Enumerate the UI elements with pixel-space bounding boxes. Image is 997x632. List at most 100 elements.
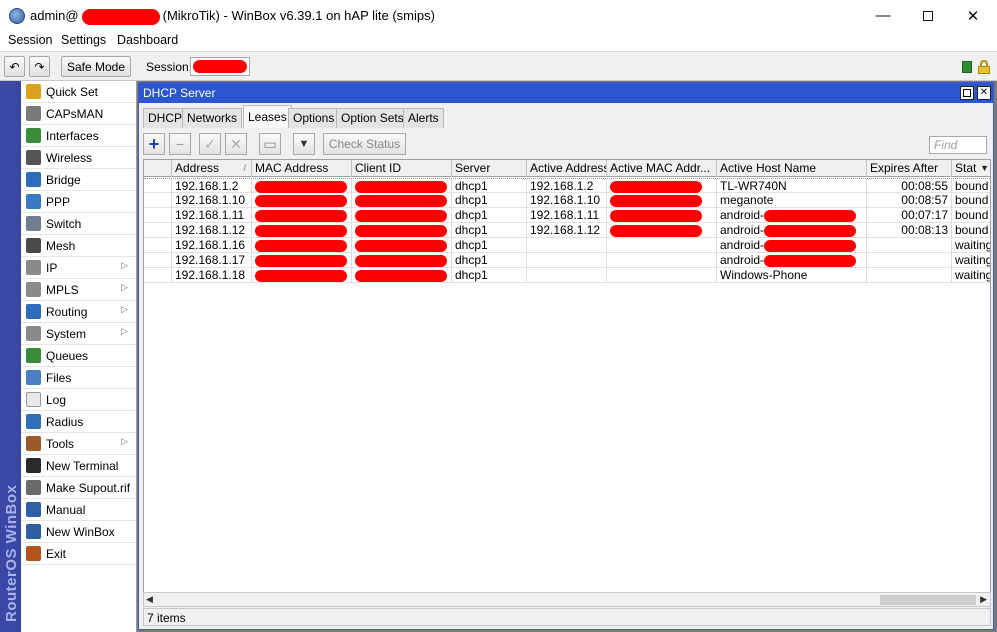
sidebar-item-wireless[interactable]: Wireless [21,147,136,169]
filter-icon: ▼ [298,138,310,150]
cell-value: meganote [720,193,774,207]
sidebar-item-ppp[interactable]: PPP [21,191,136,213]
cell-value: 00:08:57 [901,193,948,207]
cell [607,238,717,253]
column-header-stat[interactable]: Stat ▼ [952,160,990,177]
session-field[interactable] [190,57,250,76]
sidebar-item-new-terminal[interactable]: New Terminal [21,455,136,477]
dhcp-window-maximize-button[interactable] [960,86,974,100]
column-header-server[interactable]: Server [452,160,527,177]
check-status-button[interactable]: Check Status [323,133,406,155]
sidebar-item-mpls[interactable]: MPLS ▷ [21,279,136,301]
menu-settings[interactable]: Settings [61,33,106,47]
cell: waiting [952,268,990,283]
sidebar-item-mesh[interactable]: Mesh [21,235,136,257]
filter-button[interactable]: ▼ [293,133,315,155]
column-header-mac-address[interactable]: MAC Address [252,160,352,177]
table-row[interactable]: 192.168.1.18 dhcp1 Windows-Phone waiting [144,268,990,283]
sidebar-item-interfaces[interactable]: Interfaces [21,125,136,147]
sidebar-item-capsman[interactable]: CAPsMAN [21,103,136,125]
cell [252,268,352,283]
manual-icon [26,502,41,517]
cell: android- [717,253,867,268]
column-header-expires-after[interactable]: Expires After [867,160,952,177]
cell [867,268,952,283]
cell-value: android- [720,208,765,222]
tab-option-sets[interactable]: Option Sets [336,108,409,128]
add-button[interactable]: + [143,133,165,155]
remove-button[interactable]: − [169,133,191,155]
sidebar-item-files[interactable]: Files [21,367,136,389]
sidebar-item-label: CAPsMAN [46,107,104,121]
submenu-arrow-icon: ▷ [121,326,128,336]
enable-button[interactable]: ✓ [199,133,221,155]
minimize-button[interactable]: — [860,0,906,31]
menu-bar: Session Settings Dashboard [0,31,997,51]
switch-icon [26,216,41,231]
redacted-value [355,194,447,207]
header-blank [144,160,172,177]
sidebar-item-log[interactable]: Log [21,389,136,411]
tab-networks[interactable]: Networks [182,108,243,128]
column-header-client-id[interactable]: Client ID [352,160,452,177]
disable-button[interactable]: ✕ [225,133,247,155]
safe-mode-button[interactable]: Safe Mode [61,56,131,77]
column-header-active-host-name[interactable]: Active Host Name [717,160,867,177]
cell: 00:08:57 [867,193,952,208]
cell: 192.168.1.2 [527,179,607,194]
horizontal-scrollbar[interactable]: ◀ ▶ [143,592,991,607]
column-menu-icon[interactable]: ▼ [980,160,989,176]
redacted-session [193,60,247,73]
sidebar-item-new-winbox[interactable]: New WinBox [21,521,136,543]
tab-options[interactable]: Options [288,108,340,128]
sidebar-item-tools[interactable]: Tools ▷ [21,433,136,455]
table-row[interactable]: 192.168.1.12 dhcp1 192.168.1.12 android- 00:… [144,223,990,238]
dhcp-window-titlebar[interactable]: DHCP Server ✕ [139,83,993,103]
undo-icon: ↶ [9,59,20,74]
sidebar-item-exit[interactable]: Exit [21,543,136,565]
sidebar-item-routing[interactable]: Routing ▷ [21,301,136,323]
scroll-right-icon[interactable]: ▶ [980,594,987,605]
sidebar-item-make-supout-rif[interactable]: Make Supout.rif [21,477,136,499]
tab-alerts[interactable]: Alerts [403,108,444,128]
table-row[interactable]: 192.168.1.17 dhcp1 android-waiting [144,253,991,268]
routing-icon [26,304,41,319]
undo-button[interactable]: ↶ [4,56,25,77]
tab-dhcp[interactable]: DHCP [143,108,188,128]
close-button[interactable]: ✕ [950,0,996,31]
sidebar-item-radius[interactable]: Radius [21,411,136,433]
sidebar-item-bridge[interactable]: Bridge [21,169,136,191]
tab-leases[interactable]: Leases [243,105,292,128]
sidebar-item-system[interactable]: System ▷ [21,323,136,345]
column-header-active-address[interactable]: Active Address [527,160,607,177]
sidebar-item-ip[interactable]: IP ▷ [21,257,136,279]
exit-icon [26,546,41,561]
scroll-left-icon[interactable]: ◀ [146,594,153,605]
table-row[interactable]: 192.168.1.16 dhcp1 android-waiting [144,238,990,253]
dhcp-window-close-button[interactable]: ✕ [977,86,991,100]
column-header-address[interactable]: Address / [172,160,252,177]
cell [607,208,717,223]
mpls-icon [26,282,41,297]
sidebar-item-quick-set[interactable]: Quick Set [21,81,136,103]
table-row[interactable]: 192.168.1.2 dhcp1 192.168.1.2 TL-WR740N 00:0… [144,178,990,194]
menu-dashboard[interactable]: Dashboard [117,33,178,47]
menu-session[interactable]: Session [8,33,52,47]
sidebar-item-switch[interactable]: Switch [21,213,136,235]
sidebar-item-manual[interactable]: Manual [21,499,136,521]
cell [607,193,717,208]
cell-value: dhcp1 [455,223,488,237]
cell-value: waiting [955,253,991,267]
sidebar-item-queues[interactable]: Queues [21,345,136,367]
tools-icon [26,436,41,451]
table-row[interactable]: 192.168.1.11 dhcp1 192.168.1.11 android- 00:… [144,208,990,223]
cell: 192.168.1.18 [172,268,252,283]
scrollbar-thumb[interactable] [880,595,976,605]
table-row[interactable]: 192.168.1.10 dhcp1 192.168.1.10 meganote 00:… [144,193,990,208]
maximize-button[interactable] [905,0,951,31]
find-input[interactable] [929,136,987,154]
redo-button[interactable]: ↷ [29,56,50,77]
cell-value: dhcp1 [455,179,488,193]
column-header-active-mac-addr[interactable]: Active MAC Addr... [607,160,717,177]
comment-button[interactable]: ▭ [259,133,281,155]
